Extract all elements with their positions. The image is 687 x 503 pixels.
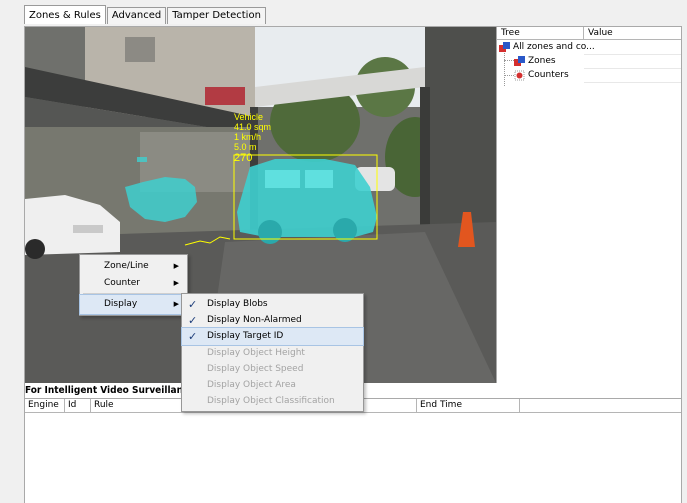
tree-item-label: Zones [528, 56, 556, 66]
submenu-arrow-icon: ▶ [173, 279, 179, 287]
tree-connector [504, 75, 514, 76]
submenu-arrow-icon: ▶ [173, 300, 179, 308]
tree-item-label: All zones and co... [513, 42, 595, 52]
tree-item-label: Counters [528, 70, 569, 80]
overlay-speed: 1 km/h [234, 132, 262, 142]
tree-header: Tree Value [497, 27, 681, 40]
object-overlay-label: Vehicle 41.0 sqm 1 km/h 5.0 m 270 [234, 112, 271, 164]
counter-icon [514, 70, 525, 81]
tab-strip: Zones & Rules Advanced Tamper Detection [24, 5, 267, 25]
column-id[interactable]: Id [65, 399, 91, 412]
tab-advanced[interactable]: Advanced [106, 7, 167, 24]
menu-item-display[interactable]: Display ▶ [79, 294, 188, 315]
column-engine[interactable]: Engine [25, 399, 65, 412]
alarm-panel-title: For Intelligent Video Surveillance [25, 385, 195, 396]
menu-item-display-target-id[interactable]: ✓ Display Target ID [181, 327, 364, 346]
column-empty [520, 399, 681, 412]
menu-item-display-object-classification: Display Object Classification [207, 396, 335, 406]
overlay-class: Vehicle [234, 112, 264, 122]
rules-tree-panel[interactable]: Tree Value All zones and co... Zones Cou… [496, 27, 681, 383]
column-end-time[interactable]: End Time [417, 399, 520, 412]
tab-tamper-detection[interactable]: Tamper Detection [167, 7, 266, 24]
zone-icon [514, 55, 525, 67]
tree-item-zones[interactable]: Zones [514, 54, 556, 68]
tree-item-all-zones[interactable]: All zones and co... [499, 40, 595, 54]
overlay-area: 41.0 sqm [234, 122, 272, 132]
context-menu[interactable]: Zone/Line ▶ Counter ▶ Display ▶ [79, 254, 188, 316]
overlay-height: 5.0 m [234, 142, 257, 152]
display-submenu[interactable]: ✓ Display Blobs ✓ Display Non-Alarmed ✓ … [181, 293, 364, 412]
checkmark-icon: ✓ [188, 330, 198, 343]
alarm-grid[interactable]: Engine Id Rule End Time [25, 398, 681, 503]
value-column-header[interactable]: Value [584, 27, 681, 39]
menu-item-counter[interactable]: Counter ▶ [80, 274, 187, 293]
tree-item-counters[interactable]: Counters [514, 68, 569, 82]
tree-connector [504, 53, 505, 86]
zones-root-icon [499, 41, 510, 53]
tree-column-header[interactable]: Tree [497, 27, 584, 39]
overlay-id: 270 [234, 152, 253, 164]
tree-connector [504, 60, 514, 61]
tab-zones-rules[interactable]: Zones & Rules [24, 5, 106, 24]
